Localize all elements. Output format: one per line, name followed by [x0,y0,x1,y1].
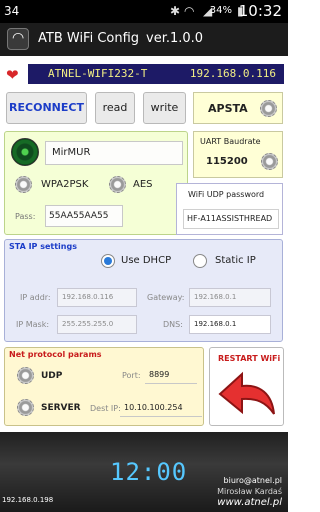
uart-panel: UART Baudrate 115200 [193,131,283,178]
mode-gear-icon[interactable] [260,100,277,117]
wifi-icon: ◠ [184,4,195,18]
static-ip-label: Static IP [215,255,256,266]
ssid-value: MirMUR [52,147,91,158]
udp-password-panel: WiFi UDP password HF-A11ASSISTHREAD [176,183,283,235]
udp-password-label: WiFi UDP password [188,190,265,199]
protocol-value: UDP [41,371,63,381]
protocol-gear-icon[interactable] [17,367,34,384]
port-field[interactable]: 8899 [145,366,197,384]
footer-panel: 12:00 192.168.0.198 biuro@atnel.pl Miros… [0,432,288,512]
pass-label: Pass: [15,212,36,221]
connection-info: ATNEL-WIFI232-T 192.168.0.116 [28,64,284,84]
heart-icon: ❤ [6,66,19,84]
wifi-panel: MirMUR WPA2PSK AES Pass: 55AA55AA55 [4,131,188,235]
uart-gear-icon[interactable] [261,153,278,170]
sta-ip-header: STA IP settings [9,242,77,251]
dest-ip-label: Dest IP: [90,404,121,413]
dhcp-radio[interactable] [101,254,115,268]
device-ip: 192.168.0.198 [2,496,54,504]
status-bar: 34 ✱ ◠ ◢ 34% ▮ 10:32 [0,0,288,23]
network-bar: ❤ ATNEL-WIFI232-T 192.168.0.116 [2,62,286,86]
ip-mask-label: IP Mask: [16,320,50,329]
net-protocol-header: Net protocol params [9,350,102,359]
pass-field[interactable]: 55AA55AA55 [45,205,123,227]
uart-label: UART Baudrate [200,137,261,146]
back-arrow-icon [218,371,275,415]
read-button[interactable]: read [95,92,135,124]
connected-ssid: ATNEL-WIFI232-T [48,67,148,80]
udp-password-field[interactable]: HF-A11ASSISTHREAD [183,209,279,229]
footer-email: biuro@atnel.pl [223,476,282,485]
battery-percent: 34% [209,5,232,16]
sta-ip-panel: STA IP settings Use DHCP Static IP IP ad… [4,239,283,342]
server-mode-value: SERVER [41,403,81,413]
radar-icon[interactable] [11,138,39,166]
bluetooth-icon: ✱ [170,4,181,18]
restart-wifi-label: RESTART WiFi [218,354,281,363]
app-title: ATB WiFi Config [38,31,140,46]
gateway-label: Gateway: [147,293,185,302]
encryption-value: AES [133,179,153,190]
encryption-gear-icon[interactable] [109,176,126,193]
app-bar: ◠ ATB WiFi Config ver.1.0.0 [0,23,288,56]
wifi-icon: ◠ [7,28,29,50]
port-label: Port: [122,371,141,380]
dns-label: DNS: [163,320,183,329]
footer-author: Mirosław Kardaś [217,487,282,496]
dns-field[interactable]: 192.168.0.1 [189,315,271,334]
restart-wifi-button[interactable]: RESTART WiFi [209,347,284,426]
security-value: WPA2PSK [41,179,89,190]
status-left-text: 34 [4,4,20,18]
app-version: ver.1.0.0 [146,31,204,46]
gateway-field[interactable]: 192.168.0.1 [189,288,271,307]
net-protocol-panel: Net protocol params UDP Port: 8899 SERVE… [4,347,204,426]
dest-ip-field[interactable]: 10.10.100.254 [120,399,202,417]
mode-label: APSTA [208,102,248,115]
ip-addr-field[interactable]: 192.168.0.116 [57,288,137,307]
status-time: 10:32 [238,2,282,20]
pass-value: 55AA55AA55 [49,211,109,221]
write-button[interactable]: write [143,92,186,124]
footer-website[interactable]: www.atnel.pl [217,497,282,508]
mode-panel: APSTA [193,92,283,124]
connected-ip: 192.168.0.116 [189,67,276,80]
reconnect-button[interactable]: RECONNECT [6,92,87,124]
ssid-field[interactable]: MirMUR [45,141,183,165]
security-gear-icon[interactable] [15,176,32,193]
dhcp-label: Use DHCP [121,255,172,266]
ip-addr-label: IP addr: [20,293,51,302]
uart-value: 115200 [206,156,248,167]
footer-clock: 12:00 [110,458,188,486]
ip-mask-field[interactable]: 255.255.255.0 [57,315,137,334]
mode-server-gear-icon[interactable] [17,399,34,416]
static-ip-radio[interactable] [193,254,207,268]
